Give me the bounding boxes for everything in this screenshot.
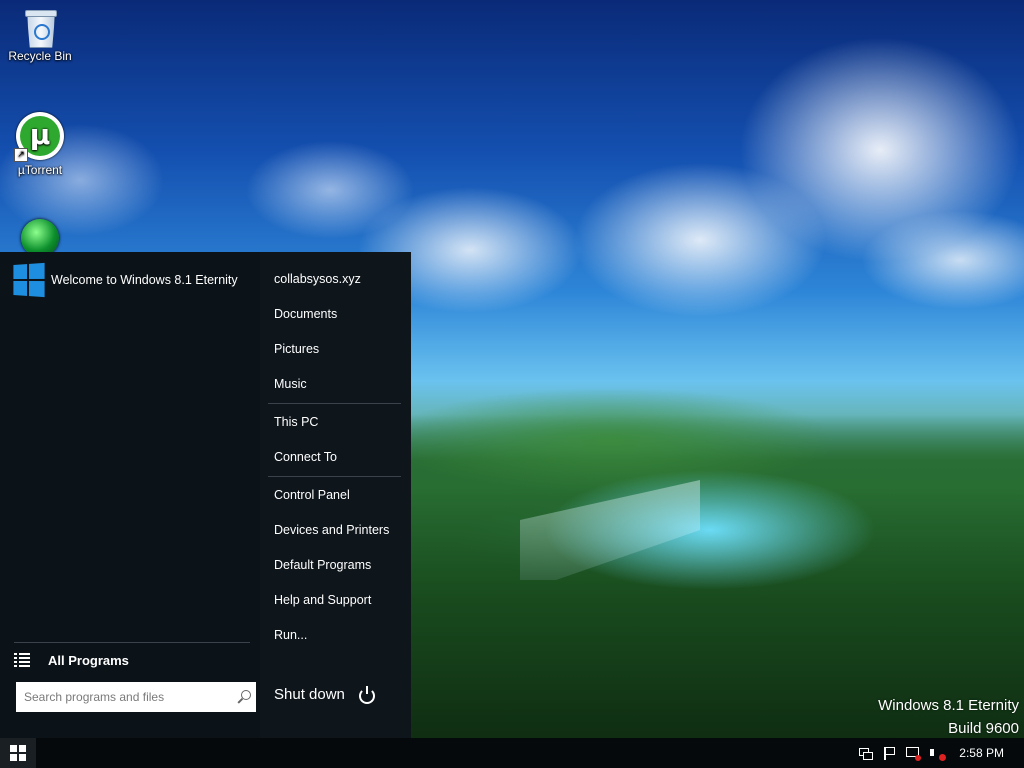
utorrent-icon: µ ↗ xyxy=(14,112,64,162)
divider xyxy=(14,642,250,643)
start-item-music[interactable]: Music xyxy=(274,374,307,394)
start-item-run[interactable]: Run... xyxy=(274,625,307,645)
divider xyxy=(268,476,401,477)
windows-logo-icon xyxy=(10,745,26,761)
start-button[interactable] xyxy=(0,738,36,768)
shutdown-label: Shut down xyxy=(274,686,345,703)
start-item-user-folder[interactable]: collabsysos.xyz xyxy=(274,269,361,289)
desktop-icon-recycle-bin[interactable]: Recycle Bin xyxy=(0,8,80,63)
start-item-connect-to[interactable]: Connect To xyxy=(274,447,337,467)
network-icon[interactable] xyxy=(905,745,922,761)
watermark-edition: Windows 8.1 Eternity xyxy=(878,697,1019,714)
wallpaper-landscape xyxy=(410,380,1024,740)
taskbar: 2:58 PM xyxy=(0,738,1024,768)
volume-muted-icon[interactable] xyxy=(929,745,947,761)
desktop-icon-utorrent[interactable]: µ ↗ µTorrent xyxy=(0,112,80,177)
recycle-bin-icon xyxy=(23,8,57,48)
start-item-control-panel[interactable]: Control Panel xyxy=(274,485,350,505)
windows-logo-icon xyxy=(13,262,45,298)
system-tray: 2:58 PM xyxy=(857,738,1024,768)
list-icon xyxy=(14,653,30,667)
start-item-pictures[interactable]: Pictures xyxy=(274,339,319,359)
start-item-devices-printers[interactable]: Devices and Printers xyxy=(274,520,389,540)
action-center-icon[interactable] xyxy=(857,745,874,761)
all-programs-button[interactable]: All Programs xyxy=(14,650,129,670)
start-menu-title: Welcome to Windows 8.1 Eternity xyxy=(51,273,238,287)
watermark-build: Build 9600 xyxy=(948,720,1019,737)
divider xyxy=(268,403,401,404)
start-menu-right-pane: collabsysos.xyz Documents Pictures Music… xyxy=(260,252,411,738)
start-menu: Welcome to Windows 8.1 Eternity All Prog… xyxy=(0,252,411,738)
start-menu-header: Welcome to Windows 8.1 Eternity xyxy=(12,262,238,298)
start-menu-left-pane: Welcome to Windows 8.1 Eternity All Prog… xyxy=(0,252,260,738)
start-item-default-programs[interactable]: Default Programs xyxy=(274,555,371,575)
shutdown-button[interactable]: Shut down xyxy=(274,685,375,704)
search-box[interactable] xyxy=(16,682,256,712)
flag-icon[interactable] xyxy=(881,745,897,761)
all-programs-label: All Programs xyxy=(48,652,129,668)
taskbar-clock[interactable]: 2:58 PM xyxy=(959,746,1004,760)
search-input[interactable] xyxy=(16,684,231,710)
power-icon[interactable] xyxy=(358,685,375,704)
start-item-help-support[interactable]: Help and Support xyxy=(274,590,371,610)
desktop-icon-label: µTorrent xyxy=(17,163,63,177)
start-item-this-pc[interactable]: This PC xyxy=(274,412,318,432)
desktop-watermark: Windows 8.1 Eternity Build 9600 xyxy=(878,694,1019,740)
shortcut-arrow-icon: ↗ xyxy=(14,148,28,162)
desktop-icon-label: Recycle Bin xyxy=(8,49,72,63)
start-item-documents[interactable]: Documents xyxy=(274,304,337,324)
search-icon[interactable] xyxy=(237,690,251,704)
